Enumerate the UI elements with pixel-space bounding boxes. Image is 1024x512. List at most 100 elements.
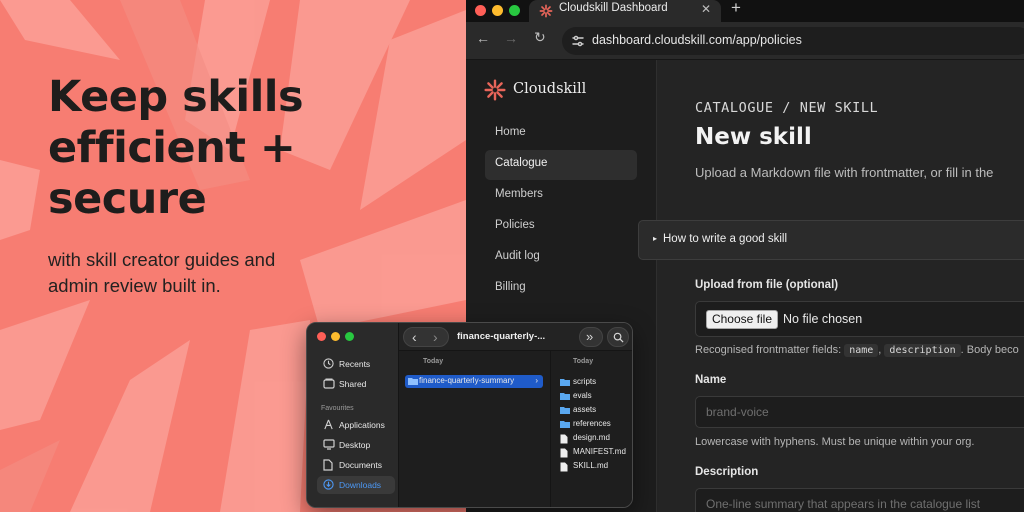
frontmatter-hint: Recognised frontmatter fields: name, des…: [695, 344, 1019, 357]
page-title: New skill: [695, 124, 812, 150]
finder-row-label: SKILL.md: [573, 461, 609, 470]
finder-row-label: assets: [573, 405, 597, 414]
more-chevrons-icon: »: [586, 329, 594, 344]
finder-folder-finance-quarterly-summary[interactable]: finance-quarterly-summary ›: [405, 375, 543, 388]
tab-cloudskill-dashboard[interactable]: Cloudskill Dashboard ✕: [529, 0, 721, 22]
search-icon: [613, 332, 624, 343]
finder-item-label: Downloads: [339, 480, 382, 490]
headline-line: Keep skills: [48, 72, 304, 122]
choose-file-button[interactable]: Choose file: [706, 310, 778, 329]
finder-forward-button[interactable]: ›: [433, 329, 438, 345]
hint-suffix: . Body beco: [960, 344, 1019, 356]
finder-column-1: Today finance-quarterly-summary ›: [399, 351, 551, 507]
subline-line: admin review built in.: [48, 275, 221, 296]
back-arrow-icon[interactable]: ←: [476, 30, 490, 46]
finder-minimize-button[interactable]: [331, 332, 340, 341]
close-window-button[interactable]: [475, 5, 486, 16]
finder-row-label: MANIFEST.md: [573, 447, 626, 456]
file-icon: [560, 448, 568, 458]
brand[interactable]: Cloudskill: [484, 79, 586, 101]
forward-arrow-icon[interactable]: →: [504, 30, 518, 46]
folder-icon: [560, 379, 570, 386]
code-name: name: [844, 344, 879, 357]
subline-line: with skill creator guides and: [48, 249, 276, 270]
upload-label: Upload from file (optional): [695, 279, 839, 291]
folder-icon: [560, 421, 570, 428]
name-label: Name: [695, 374, 727, 386]
url-text: dashboard.cloudskill.com/app/policies: [592, 33, 802, 47]
file-status: No file chosen: [783, 312, 863, 326]
clock-icon: [323, 358, 334, 369]
finder-row-label: references: [573, 419, 611, 428]
headline-line: secure: [48, 174, 207, 224]
sidebar-item-members[interactable]: Members: [485, 181, 637, 211]
chevron-right-icon: ›: [535, 376, 538, 385]
zoom-window-button[interactable]: [509, 5, 520, 16]
finder-item-desktop[interactable]: Desktop: [317, 436, 395, 454]
finder-title: finance-quarterly-...: [457, 331, 546, 342]
hint-prefix: Recognised frontmatter fields:: [695, 344, 842, 356]
folder-icon: [408, 378, 418, 385]
finder-zoom-button[interactable]: [345, 332, 354, 341]
finder-more-button[interactable]: »: [579, 327, 603, 347]
applications-icon: [324, 419, 333, 430]
minimize-window-button[interactable]: [492, 5, 503, 16]
name-input[interactable]: brand-voice: [695, 396, 1024, 428]
document-icon: [323, 459, 333, 471]
name-hint: Lowercase with hyphens. Must be unique w…: [695, 436, 975, 448]
browser-toolbar: ← → ↻ dashboard.cloudskill.com/app/polic…: [466, 22, 1024, 60]
tab-strip: Cloudskill Dashboard ✕ +: [466, 0, 1024, 22]
finder-item-label: Shared: [339, 379, 367, 389]
file-icon: [560, 434, 568, 444]
finder-item-applications[interactable]: Applications: [317, 416, 395, 434]
finder-close-button[interactable]: [317, 332, 326, 341]
finder-row-label: evals: [573, 391, 592, 400]
sidebar-item-policies[interactable]: Policies: [485, 212, 637, 242]
site-settings-icon[interactable]: [570, 33, 586, 49]
sidebar-item-billing[interactable]: Billing: [485, 274, 637, 304]
finder-item-documents[interactable]: Documents: [317, 456, 395, 474]
finder-window: Recents Shared Favourites Applications D…: [306, 322, 633, 508]
finder-toolbar: ‹ › finance-quarterly-... »: [399, 323, 632, 351]
description-input[interactable]: One-line summary that appears in the cat…: [695, 488, 1024, 512]
file-icon: [560, 462, 568, 472]
finder-nav-buttons: ‹ ›: [403, 327, 449, 347]
address-bar[interactable]: dashboard.cloudskill.com/app/policies: [562, 27, 1024, 55]
finder-back-button[interactable]: ‹: [412, 329, 417, 345]
description-label: Description: [695, 466, 759, 478]
finder-item-label: Desktop: [339, 440, 371, 450]
folder-icon: [560, 393, 570, 400]
brand-name: Cloudskill: [513, 81, 587, 97]
cloudskill-logo-icon: [484, 79, 506, 101]
finder-item-recents[interactable]: Recents: [317, 355, 395, 373]
finder-item-downloads[interactable]: Downloads: [317, 476, 395, 494]
sidebar-item-audit-log[interactable]: Audit log: [485, 243, 637, 273]
folder-icon: [560, 407, 570, 414]
promo-subline: with skill creator guides and admin revi…: [48, 247, 328, 299]
desktop-icon: [323, 439, 335, 450]
column-heading: Today: [573, 358, 594, 365]
headline-line: efficient +: [48, 123, 296, 173]
finder-search-button[interactable]: [607, 327, 629, 347]
page-description: Upload a Markdown file with frontmatter,…: [695, 165, 994, 180]
tab-title: Cloudskill Dashboard: [559, 2, 668, 14]
how-to-disclosure[interactable]: ▸ How to write a good skill: [638, 220, 1024, 260]
file-upload-field: Choose file No file chosen: [695, 301, 1024, 337]
favourites-heading: Favourites: [321, 405, 354, 412]
sidebar-item-catalogue[interactable]: Catalogue: [485, 150, 637, 180]
main-content: CATALOGUE / NEW SKILL New skill Upload a…: [657, 60, 1024, 512]
finder-sidebar: Recents Shared Favourites Applications D…: [307, 323, 399, 507]
finder-row-label: design.md: [573, 433, 610, 442]
code-description: description: [884, 344, 961, 357]
new-tab-button[interactable]: +: [731, 0, 741, 18]
finder-column-2: Today scripts evals assets references de…: [551, 351, 632, 507]
finder-item-label: Documents: [339, 460, 382, 470]
promo-headline: Keep skills efficient + secure: [48, 72, 348, 225]
sidebar-item-home[interactable]: Home: [485, 119, 637, 149]
close-icon[interactable]: ✕: [701, 2, 711, 16]
column-heading: Today: [423, 358, 444, 365]
finder-item-label: Recents: [339, 359, 371, 369]
finder-item-shared[interactable]: Shared: [317, 375, 395, 393]
shared-icon: [323, 378, 335, 389]
reload-icon[interactable]: ↻: [534, 29, 546, 46]
